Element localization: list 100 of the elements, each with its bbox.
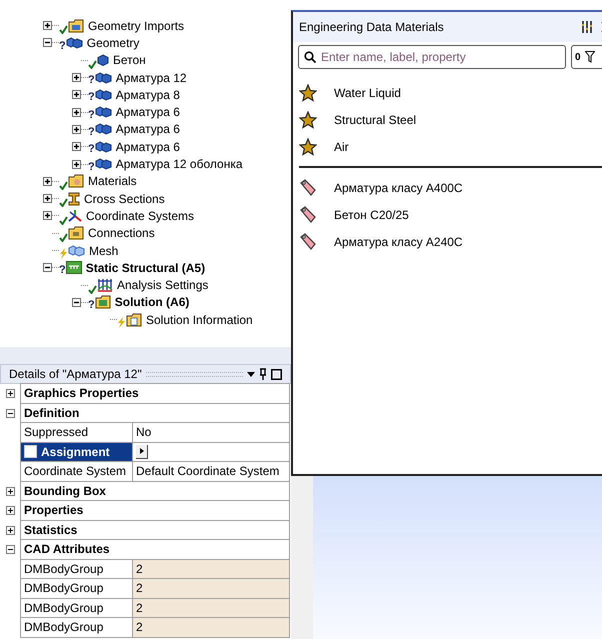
expand-icon[interactable] (43, 211, 52, 220)
material-item[interactable]: Бетон С20/25 (334, 206, 409, 224)
status-mark: ? (88, 110, 95, 121)
support-icon (97, 278, 113, 292)
expand-icon[interactable] (72, 73, 81, 82)
status-mark: ? (88, 144, 95, 156)
status-mark: ? (88, 75, 95, 86)
columns-icon[interactable] (581, 21, 593, 33)
folder-icon (126, 312, 142, 327)
pin-icon[interactable] (259, 368, 267, 380)
expand-icon[interactable] (72, 142, 81, 152)
cubes-icon (66, 36, 83, 49)
tree-item-label[interactable]: Mesh (89, 242, 118, 260)
status-mark: ? (59, 40, 66, 52)
checkbox[interactable] (24, 445, 37, 458)
tree-item-label[interactable]: Бетон (113, 51, 146, 70)
property-value[interactable]: 2 (132, 558, 290, 579)
expand-icon[interactable] (6, 526, 14, 535)
expand-icon[interactable] (43, 194, 52, 204)
cubes-icon (94, 140, 112, 153)
status-mark: ? (88, 127, 95, 138)
material-item[interactable]: Structural Steel (334, 110, 416, 128)
details-title: Details of "Арматура 12" (9, 366, 142, 383)
status-mark: ? (59, 265, 66, 276)
expand-icon[interactable] (6, 389, 14, 398)
star-icon (299, 138, 317, 156)
group-header[interactable]: Definition (20, 402, 290, 423)
expand-icon[interactable] (43, 21, 52, 30)
star-icon (299, 84, 317, 102)
property-value[interactable]: 2 (132, 578, 290, 598)
collapse-icon[interactable] (43, 263, 52, 272)
tree-item-label[interactable]: Арматура 6 (116, 103, 180, 122)
tree-item-label[interactable]: Geometry (86, 34, 140, 52)
expand-icon[interactable] (6, 506, 14, 516)
filter-button[interactable]: 0 (571, 45, 602, 69)
property-value[interactable]: 2 (132, 617, 290, 638)
property-value[interactable]: 2 (132, 598, 290, 618)
tree-item-label[interactable]: Cross Sections (84, 190, 165, 208)
tree-item-label[interactable]: Арматура 8 (116, 86, 180, 104)
analysis-icon (66, 261, 82, 274)
group-header[interactable]: Properties (20, 500, 290, 520)
maximize-icon[interactable] (271, 368, 282, 380)
status-mark: ? (88, 92, 95, 104)
search-icon (304, 51, 316, 63)
expand-icon[interactable] (72, 160, 81, 169)
cubes-icon (94, 72, 112, 84)
search-field[interactable]: Enter name, label, property (298, 45, 566, 69)
expand-icon[interactable] (72, 90, 81, 100)
collapse-icon[interactable] (43, 38, 52, 48)
group-header[interactable]: CAD Attributes (20, 539, 290, 560)
tree-item-label[interactable]: Materials (88, 172, 137, 190)
dropdown-icon[interactable] (247, 372, 255, 376)
status-mark: ? (88, 162, 95, 173)
search-input[interactable]: Enter name, label, property (321, 48, 560, 66)
material-item[interactable]: Water Liquid (334, 84, 401, 102)
group-header[interactable]: Graphics Properties (20, 383, 290, 404)
tag-icon (299, 232, 317, 250)
value-text: No (136, 424, 152, 442)
collapse-icon[interactable] (72, 298, 81, 307)
value-text: 2 (136, 580, 143, 598)
tree-item-label[interactable]: Connections (88, 224, 155, 242)
tree-item-label[interactable]: Арматура 12 оболонка (116, 155, 243, 174)
cube-icon (97, 54, 109, 66)
cubes-icon (94, 123, 112, 136)
collapse-icon[interactable] (6, 408, 14, 418)
value-text: 2 (136, 560, 143, 578)
expand-icon[interactable] (72, 124, 81, 134)
expand-icon[interactable] (43, 176, 52, 186)
material-item[interactable]: Арматура класу А240С (334, 232, 463, 250)
cubes-icon (94, 106, 112, 118)
expand-icon[interactable] (72, 108, 81, 117)
group-header[interactable]: Bounding Box (20, 480, 290, 501)
folder-icon (68, 226, 84, 240)
folder-icon (94, 295, 111, 310)
star-icon (299, 110, 317, 128)
group-header[interactable]: Statistics (20, 520, 290, 540)
material-item[interactable]: Арматура класу А400С (334, 178, 463, 196)
material-item[interactable]: Air (334, 138, 349, 156)
status-mark: ? (88, 300, 95, 312)
tree-item-label[interactable]: Solution Information (146, 310, 253, 329)
tree-item-label[interactable]: Coordinate Systems (86, 206, 194, 225)
tree-item-label[interactable]: Geometry Imports (88, 16, 184, 35)
cubes-icon (94, 88, 112, 101)
value-text: 2 (136, 600, 143, 617)
folder-icon (68, 174, 84, 188)
folder-icon (68, 18, 84, 33)
cubes-icon (94, 158, 112, 170)
tree-item-label[interactable]: Static Structural (A5) (86, 258, 206, 277)
collapse-icon[interactable] (6, 545, 14, 554)
tree-item-label[interactable]: Арматура 6 (116, 138, 180, 156)
property-name[interactable]: DMBodyGroup (20, 617, 133, 638)
filter-icon (584, 51, 595, 63)
tree-item-label[interactable]: Solution (A6) (114, 293, 190, 312)
expand-icon[interactable] (6, 486, 14, 496)
tree-item-label[interactable]: Арматура 12 (116, 68, 187, 87)
mesh-icon (68, 244, 85, 256)
panel-title: Engineering Data Materials (299, 19, 445, 36)
tree-item-label[interactable]: Арматура 6 (116, 120, 180, 138)
dropdown-button[interactable] (136, 444, 148, 459)
tree-item-label[interactable]: Analysis Settings (117, 276, 208, 294)
